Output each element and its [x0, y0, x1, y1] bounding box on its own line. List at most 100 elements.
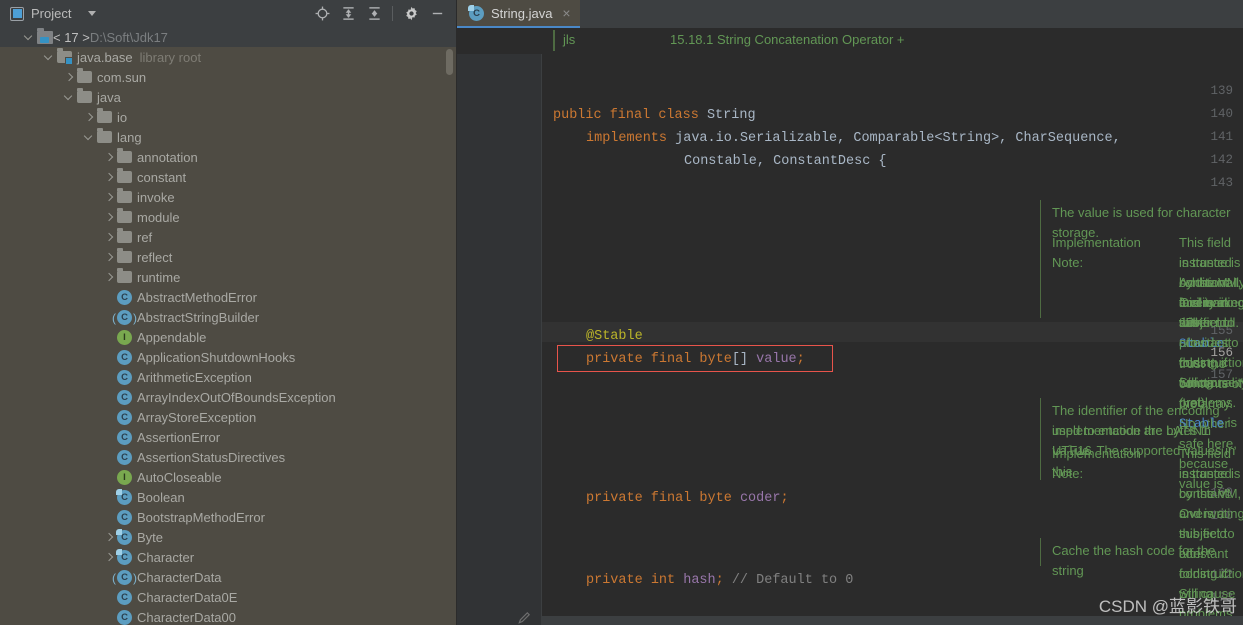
editor-viewport[interactable]: jls 15.18.1 String Concatenation Operato…	[457, 28, 1243, 625]
tree-row-bootstrapmethoderror[interactable]: C BootstrapMethodError	[0, 507, 456, 527]
code-line-169[interactable]: private final byte coder;	[586, 491, 789, 506]
tree-vertical-scrollbar[interactable]	[446, 49, 453, 75]
tree-row-characterdata00[interactable]: C CharacterData00	[0, 607, 456, 625]
tree-row-reflect[interactable]: reflect	[0, 247, 456, 267]
chevron-open-icon[interactable]	[62, 90, 76, 104]
chevron-closed-icon[interactable]	[82, 110, 96, 124]
folder-icon	[117, 168, 132, 183]
final-class-icon: C	[116, 548, 132, 565]
tree-row-label: invoke	[137, 189, 175, 205]
chevron-closed-icon[interactable]	[102, 170, 116, 184]
edit-pencil-icon[interactable]	[517, 610, 532, 625]
line-number: 142	[1210, 153, 1233, 167]
tree-row-root[interactable]: < 17 > D:\Soft\Jdk17	[0, 27, 456, 47]
tree-row-java-base[interactable]: java.base library root	[0, 47, 456, 67]
code-line-142[interactable]: Constable, ConstantDesc {	[684, 154, 887, 169]
chevron-closed-icon[interactable]	[62, 70, 76, 84]
chevron-closed-icon[interactable]	[102, 210, 116, 224]
minimize-icon[interactable]	[424, 3, 450, 25]
chevron-open-icon[interactable]	[22, 30, 36, 44]
code-keyword: implements	[586, 131, 676, 146]
folder-icon	[117, 188, 132, 203]
tree-row-invoke[interactable]: invoke	[0, 187, 456, 207]
tree-row-characterdata0e[interactable]: C CharacterData0E	[0, 587, 456, 607]
tree-row-module[interactable]: module	[0, 207, 456, 227]
module-folder-icon	[57, 48, 73, 65]
chevron-closed-icon[interactable]	[102, 150, 116, 164]
chevron-down-icon[interactable]	[88, 11, 97, 16]
tree-row-label: ref	[137, 229, 153, 245]
tree-row-io[interactable]: io	[0, 107, 456, 127]
chevron-closed-icon[interactable]	[102, 530, 116, 544]
gear-icon[interactable]	[398, 3, 424, 25]
code-line-141[interactable]: implements java.io.Serializable, Compara…	[586, 131, 1121, 146]
line-number: 139	[1210, 84, 1233, 98]
folder-icon	[117, 268, 132, 283]
tree-row-lang[interactable]: lang	[0, 127, 456, 147]
chevron-open-icon[interactable]	[42, 50, 56, 64]
doc-header-row: jls 15.18.1 String Concatenation Operato…	[457, 28, 1243, 54]
abstract-class-icon: C()	[112, 569, 137, 585]
tree-row-label: ApplicationShutdownHooks	[137, 349, 296, 365]
tree-row-appendable[interactable]: I Appendable	[0, 327, 456, 347]
collapse-all-icon[interactable]	[361, 3, 387, 25]
chevron-closed-icon[interactable]	[102, 250, 116, 264]
tree-row-applicationshutdownhooks[interactable]: C ApplicationShutdownHooks	[0, 347, 456, 367]
tree-row-annotation[interactable]: annotation	[0, 147, 456, 167]
tree-row-label: reflect	[137, 249, 173, 265]
tree-row-arithmeticexception[interactable]: C ArithmeticException	[0, 367, 456, 387]
locate-icon[interactable]	[309, 3, 335, 25]
folder-icon	[117, 248, 132, 263]
tree-row-label: annotation	[137, 149, 198, 165]
tree-row-com-sun[interactable]: com.sun	[0, 67, 456, 87]
tree-row-label: ArithmeticException	[137, 369, 252, 385]
tree-node-list: java.base library root com.sun java io lang an…	[0, 47, 456, 625]
chevron-open-icon[interactable]	[82, 130, 96, 144]
tree-row-abstractstringbuilder[interactable]: C() AbstractStringBuilder	[0, 307, 456, 327]
tree-row-label: constant	[137, 169, 187, 185]
tree-row-byte[interactable]: C Byte	[0, 527, 456, 547]
tree-row-java[interactable]: java	[0, 87, 456, 107]
doc-impl-note-label-line2: Note:	[1052, 466, 1084, 481]
chevron-closed-icon[interactable]	[102, 230, 116, 244]
tree-row-characterdata[interactable]: C() CharacterData	[0, 567, 456, 587]
tree-row-assertionerror[interactable]: C AssertionError	[0, 427, 456, 447]
close-icon[interactable]: ×	[562, 5, 570, 21]
tree-row-arraystoreexception[interactable]: C ArrayStoreException	[0, 407, 456, 427]
editor-panel: C String.java × jls 15.18.1 String Conca…	[457, 0, 1243, 625]
doc-header-title[interactable]: 15.18.1 String Concatenation Operator +	[670, 32, 905, 47]
editor-gutter[interactable]	[457, 28, 541, 625]
code-line-155-annotation[interactable]: @Stable	[586, 329, 643, 344]
tree-row-label: ArrayIndexOutOfBoundsException	[137, 389, 336, 405]
code-line-172[interactable]: private int hash; // Default to 0	[586, 573, 853, 588]
doc-tag-jls[interactable]: jls	[563, 32, 575, 47]
tree-row-abstractmethoderror[interactable]: C AbstractMethodError	[0, 287, 456, 307]
tree-row-ref[interactable]: ref	[0, 227, 456, 247]
red-annotation-box	[557, 345, 833, 372]
tree-row-constant[interactable]: constant	[0, 167, 456, 187]
tree-row-boolean[interactable]: C Boolean	[0, 487, 456, 507]
chevron-closed-icon[interactable]	[102, 190, 116, 204]
tree-row-runtime[interactable]: runtime	[0, 267, 456, 287]
tree-row-label: ArrayStoreException	[137, 409, 257, 425]
editor-horizontal-scrollbar[interactable]	[542, 616, 1243, 625]
expand-all-icon[interactable]	[335, 3, 361, 25]
folder-icon	[97, 128, 112, 143]
project-tree[interactable]: < 17 > D:\Soft\Jdk17 java.base library ro…	[0, 27, 456, 625]
doc-impl-note-label-line1: Implementation	[1052, 235, 1141, 250]
chevron-closed-icon[interactable]	[102, 550, 116, 564]
doc-left-bar	[1040, 538, 1041, 566]
tree-row-arrayindexoutofboundsexception[interactable]: C ArrayIndexOutOfBoundsException	[0, 387, 456, 407]
tree-row-character[interactable]: C Character	[0, 547, 456, 567]
class-icon: C	[117, 609, 132, 625]
code-line-140[interactable]: public final class String	[553, 108, 756, 123]
class-icon: C	[117, 369, 132, 385]
tree-row-autocloseable[interactable]: I AutoCloseable	[0, 467, 456, 487]
tab-string-java[interactable]: C String.java ×	[457, 0, 580, 28]
project-title-group[interactable]: Project	[10, 6, 97, 21]
tree-row-assertionstatusdirectives[interactable]: C AssertionStatusDirectives	[0, 447, 456, 467]
chevron-closed-icon[interactable]	[102, 270, 116, 284]
